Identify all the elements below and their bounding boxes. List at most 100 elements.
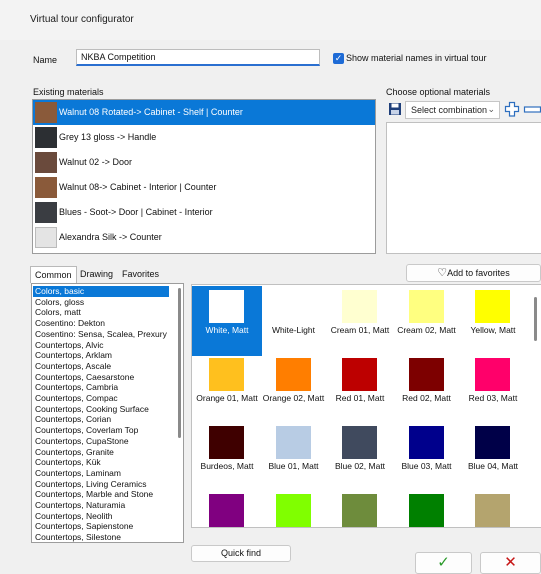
add-to-favorites-button[interactable]: ♡Add to favorites: [406, 264, 541, 282]
list-item[interactable]: Colors, basic: [33, 286, 169, 297]
color-swatch-item[interactable]: Blue 03, Matt: [392, 422, 462, 492]
color-swatch-item[interactable]: Cream 01, Matt: [325, 286, 395, 356]
list-item[interactable]: Countertops, Laminam: [33, 468, 169, 479]
color-grid[interactable]: White, Matt White-Light Cream 01, Matt Crea…: [191, 284, 541, 528]
color-swatch: [408, 494, 444, 527]
list-item[interactable]: Countertops, Caesarstone: [33, 372, 169, 383]
material-row[interactable]: Grey 13 gloss -> Handle: [33, 125, 375, 150]
material-row[interactable]: Walnut 08-> Cabinet - Interior | Counter: [33, 175, 375, 200]
color-name: Red 02, Matt: [402, 393, 451, 403]
color-swatch-item[interactable]: [192, 490, 262, 527]
material-row[interactable]: Walnut 08 Rotated-> Cabinet - Shelf | Co…: [33, 100, 375, 125]
color-name: Orange 02, Matt: [262, 393, 325, 403]
color-name: Burdeos, Matt: [200, 461, 254, 471]
color-swatch-item[interactable]: Red 03, Matt: [458, 354, 528, 424]
list-item[interactable]: Countertops, Granite: [33, 447, 169, 458]
cancel-button[interactable]: ✕: [480, 552, 541, 574]
color-name: White-Light: [272, 325, 315, 335]
color-swatch-item[interactable]: White-Light: [259, 286, 329, 356]
tab-drawing[interactable]: Drawing: [76, 266, 117, 283]
list-item[interactable]: Cosentino: Sensa, Scalea, Prexury: [33, 329, 169, 340]
save-icon[interactable]: [388, 102, 402, 116]
title-bar: Virtual tour configurator: [0, 0, 541, 40]
tab-favorites[interactable]: Favorites: [118, 266, 163, 283]
category-scrollbar[interactable]: [178, 288, 181, 438]
color-swatch-item[interactable]: [325, 490, 395, 527]
color-swatch: [209, 358, 244, 391]
tab-common[interactable]: Common: [30, 266, 77, 283]
material-label: Walnut 08-> Cabinet - Interior | Counter: [59, 182, 217, 192]
material-swatch: [35, 152, 57, 173]
show-names-label[interactable]: Show material names in virtual tour: [346, 53, 487, 63]
list-item[interactable]: Countertops, Sapienstone: [33, 521, 169, 532]
list-item[interactable]: Colors, gloss: [33, 297, 169, 308]
list-item[interactable]: Countertops, Living Ceramics: [33, 479, 169, 490]
color-swatch-item[interactable]: Orange 02, Matt: [259, 354, 329, 424]
name-input[interactable]: NKBA Competition: [76, 49, 320, 66]
color-swatch-item[interactable]: [259, 490, 329, 527]
color-swatch-item[interactable]: Red 02, Matt: [392, 354, 462, 424]
color-grid-scrollbar[interactable]: [534, 297, 537, 341]
color-swatch: [275, 358, 311, 391]
color-swatch: [209, 290, 244, 323]
color-swatch: [275, 494, 311, 527]
list-item[interactable]: Countertops, Cambria: [33, 382, 169, 393]
material-swatch: [35, 127, 57, 148]
list-item[interactable]: Colors, matt: [33, 307, 169, 318]
chevron-down-icon: ⌄: [487, 104, 495, 114]
list-item[interactable]: Countertops, CupaStone: [33, 436, 169, 447]
combination-select[interactable]: Select combination ⌄: [405, 101, 500, 119]
heart-icon: ♡: [437, 267, 448, 279]
list-item[interactable]: Countertops, Ascale: [33, 361, 169, 372]
quick-find-button[interactable]: Quick find: [191, 545, 291, 562]
show-names-checkbox[interactable]: ✓: [333, 53, 344, 64]
color-swatch: [475, 358, 510, 391]
window-title: Virtual tour configurator: [30, 14, 134, 25]
color-swatch-item[interactable]: [458, 490, 528, 527]
optional-materials-list[interactable]: [386, 122, 541, 254]
category-list[interactable]: Colors, basic Colors, gloss Colors, matt Co…: [31, 283, 184, 543]
list-item[interactable]: Countertops, Alvic: [33, 340, 169, 351]
list-item[interactable]: Cosentino: Dekton: [33, 318, 169, 329]
color-swatch-item[interactable]: [392, 490, 462, 527]
list-item[interactable]: Countertops, Coverlam Top: [33, 425, 169, 436]
color-swatch-item[interactable]: Blue 02, Matt: [325, 422, 395, 492]
material-row[interactable]: Alexandra Silk -> Counter: [33, 225, 375, 250]
color-swatch-item[interactable]: Orange 01, Matt: [192, 354, 262, 424]
optional-materials-label: Choose optional materials: [386, 87, 491, 97]
list-item[interactable]: Countertops, Kük: [33, 457, 169, 468]
color-swatch-item[interactable]: Yellow, Matt: [458, 286, 528, 356]
color-swatch-item[interactable]: White, Matt: [192, 286, 262, 356]
material-swatch: [35, 202, 57, 223]
list-item[interactable]: Countertops, Compac: [33, 393, 169, 404]
material-label: Walnut 08 Rotated-> Cabinet - Shelf | Co…: [59, 107, 243, 117]
list-item[interactable]: Countertops, Marble and Stone: [33, 489, 169, 500]
list-item[interactable]: Countertops, Silestone: [33, 532, 169, 542]
color-swatch: [342, 290, 377, 323]
material-swatch: [35, 227, 57, 248]
existing-materials-list[interactable]: Walnut 08 Rotated-> Cabinet - Shelf | Co…: [32, 99, 376, 254]
color-swatch-item[interactable]: Cream 02, Matt: [392, 286, 462, 356]
color-swatch: [475, 426, 510, 459]
color-name: Red 01, Matt: [335, 393, 385, 403]
color-swatch: [342, 358, 377, 391]
list-item[interactable]: Countertops, Naturamia: [33, 500, 169, 511]
color-swatch-item[interactable]: Blue 04, Matt: [458, 422, 528, 492]
color-swatch: [209, 426, 244, 459]
ok-button[interactable]: ✓: [415, 552, 472, 574]
material-row[interactable]: Blues - Soot-> Door | Cabinet - Interior: [33, 200, 375, 225]
plus-icon[interactable]: [504, 101, 520, 118]
list-item[interactable]: Countertops, Neolith: [33, 511, 169, 522]
list-item[interactable]: Countertops, Cooking Surface: [33, 404, 169, 415]
minus-icon[interactable]: [523, 101, 541, 118]
list-item[interactable]: Countertops, Arklam: [33, 350, 169, 361]
color-swatch-item[interactable]: Burdeos, Matt: [192, 422, 262, 492]
material-row[interactable]: Walnut 02 -> Door: [33, 150, 375, 175]
color-swatch: [408, 426, 444, 459]
material-swatch: [35, 177, 57, 198]
color-swatch-item[interactable]: Blue 01, Matt: [259, 422, 329, 492]
list-item[interactable]: Countertops, Corian: [33, 414, 169, 425]
add-to-favorites-label: Add to favorites: [447, 268, 510, 278]
material-swatch: [35, 102, 57, 123]
color-swatch-item[interactable]: Red 01, Matt: [325, 354, 395, 424]
